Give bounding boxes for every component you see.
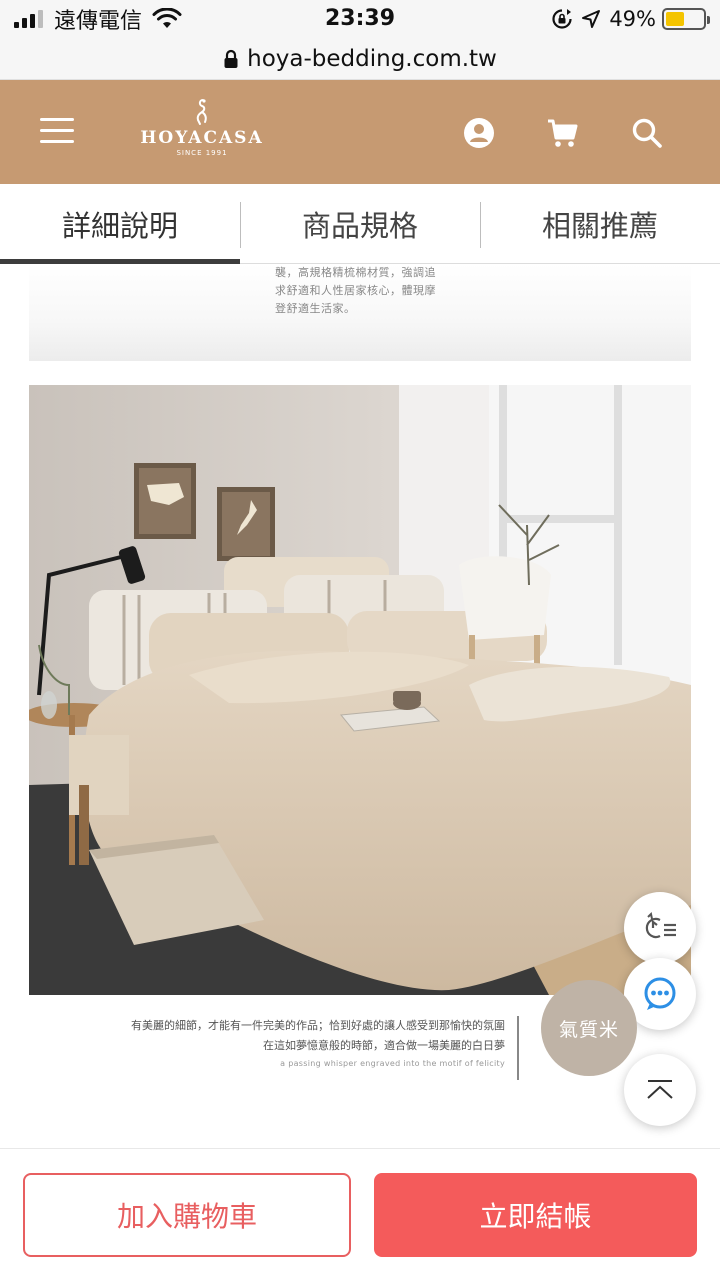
bedroom-photo (29, 385, 691, 995)
status-left: 遠傳電信 (14, 6, 182, 34)
site-header: HOYACASA SINCE 1991 (0, 80, 720, 184)
url-text: hoya-bedding.com.tw (247, 45, 497, 72)
product-photo (29, 385, 691, 995)
color-swatch-badge[interactable]: 氣質米 (541, 980, 637, 1076)
status-bar: 遠傳電信 23:39 49% (0, 0, 720, 38)
tab-details[interactable]: 詳細說明 (0, 184, 240, 264)
add-to-cart-button[interactable]: 加入購物車 (23, 1173, 351, 1257)
history-list-icon (645, 911, 676, 939)
caption-english: a passing whisper engraved into the moti… (280, 1059, 505, 1068)
wifi-icon (152, 8, 182, 28)
lock-icon (224, 49, 238, 68)
brand-name: HOYACASA (140, 128, 264, 148)
intro-card: 襲，高規格精梳棉材質，強調追 求舒適和人性居家核心，體現摩 登舒適生活家。 (29, 264, 691, 361)
photo-caption: 有美麗的細節，才能有一件完美的作品；恰到好處的讓人感受到那愉快的氛圍 在這如夢憶… (29, 1016, 519, 1080)
caption-line-2: 在這如夢憶意般的時節，適合做一場美麗的白日夢 (263, 1039, 505, 1052)
brand-logo[interactable]: HOYACASA SINCE 1991 (130, 98, 274, 168)
crane-logo-icon (196, 99, 207, 125)
menu-icon[interactable] (40, 116, 74, 144)
signal-icon (14, 10, 46, 28)
orientation-lock-icon (552, 9, 572, 29)
intro-line: 登舒適生活家。 (275, 302, 356, 315)
history-button[interactable] (624, 892, 696, 964)
tab-recommended[interactable]: 相關推薦 (480, 184, 720, 263)
search-icon[interactable] (630, 116, 664, 150)
intro-line: 襲，高規格精梳棉材質，強調追 (275, 266, 436, 279)
battery-percent: 49% (609, 7, 656, 31)
battery-icon (662, 8, 710, 30)
battery-fill (666, 12, 684, 26)
bottom-action-bar: 加入購物車 立即結帳 (0, 1148, 720, 1280)
chat-icon (644, 977, 676, 1010)
carrier-name: 遠傳電信 (54, 9, 143, 34)
product-tabs: 詳細說明 商品規格 相關推薦 (0, 184, 720, 264)
tab-specs[interactable]: 商品規格 (240, 184, 480, 263)
cart-icon[interactable] (546, 116, 580, 150)
checkout-button[interactable]: 立即結帳 (374, 1173, 697, 1257)
back-to-top-button[interactable] (624, 1054, 696, 1126)
back-to-top-icon (647, 1080, 673, 1099)
status-right: 49% (551, 6, 710, 32)
caption-line-1: 有美麗的細節，才能有一件完美的作品；恰到好處的讓人感受到那愉快的氛圍 (131, 1019, 505, 1032)
address-bar[interactable]: hoya-bedding.com.tw (0, 38, 720, 80)
location-icon (582, 10, 601, 28)
user-icon[interactable] (462, 116, 496, 150)
intro-line: 求舒適和人性居家核心，體現摩 (275, 284, 436, 297)
brand-since: SINCE 1991 (176, 149, 228, 157)
